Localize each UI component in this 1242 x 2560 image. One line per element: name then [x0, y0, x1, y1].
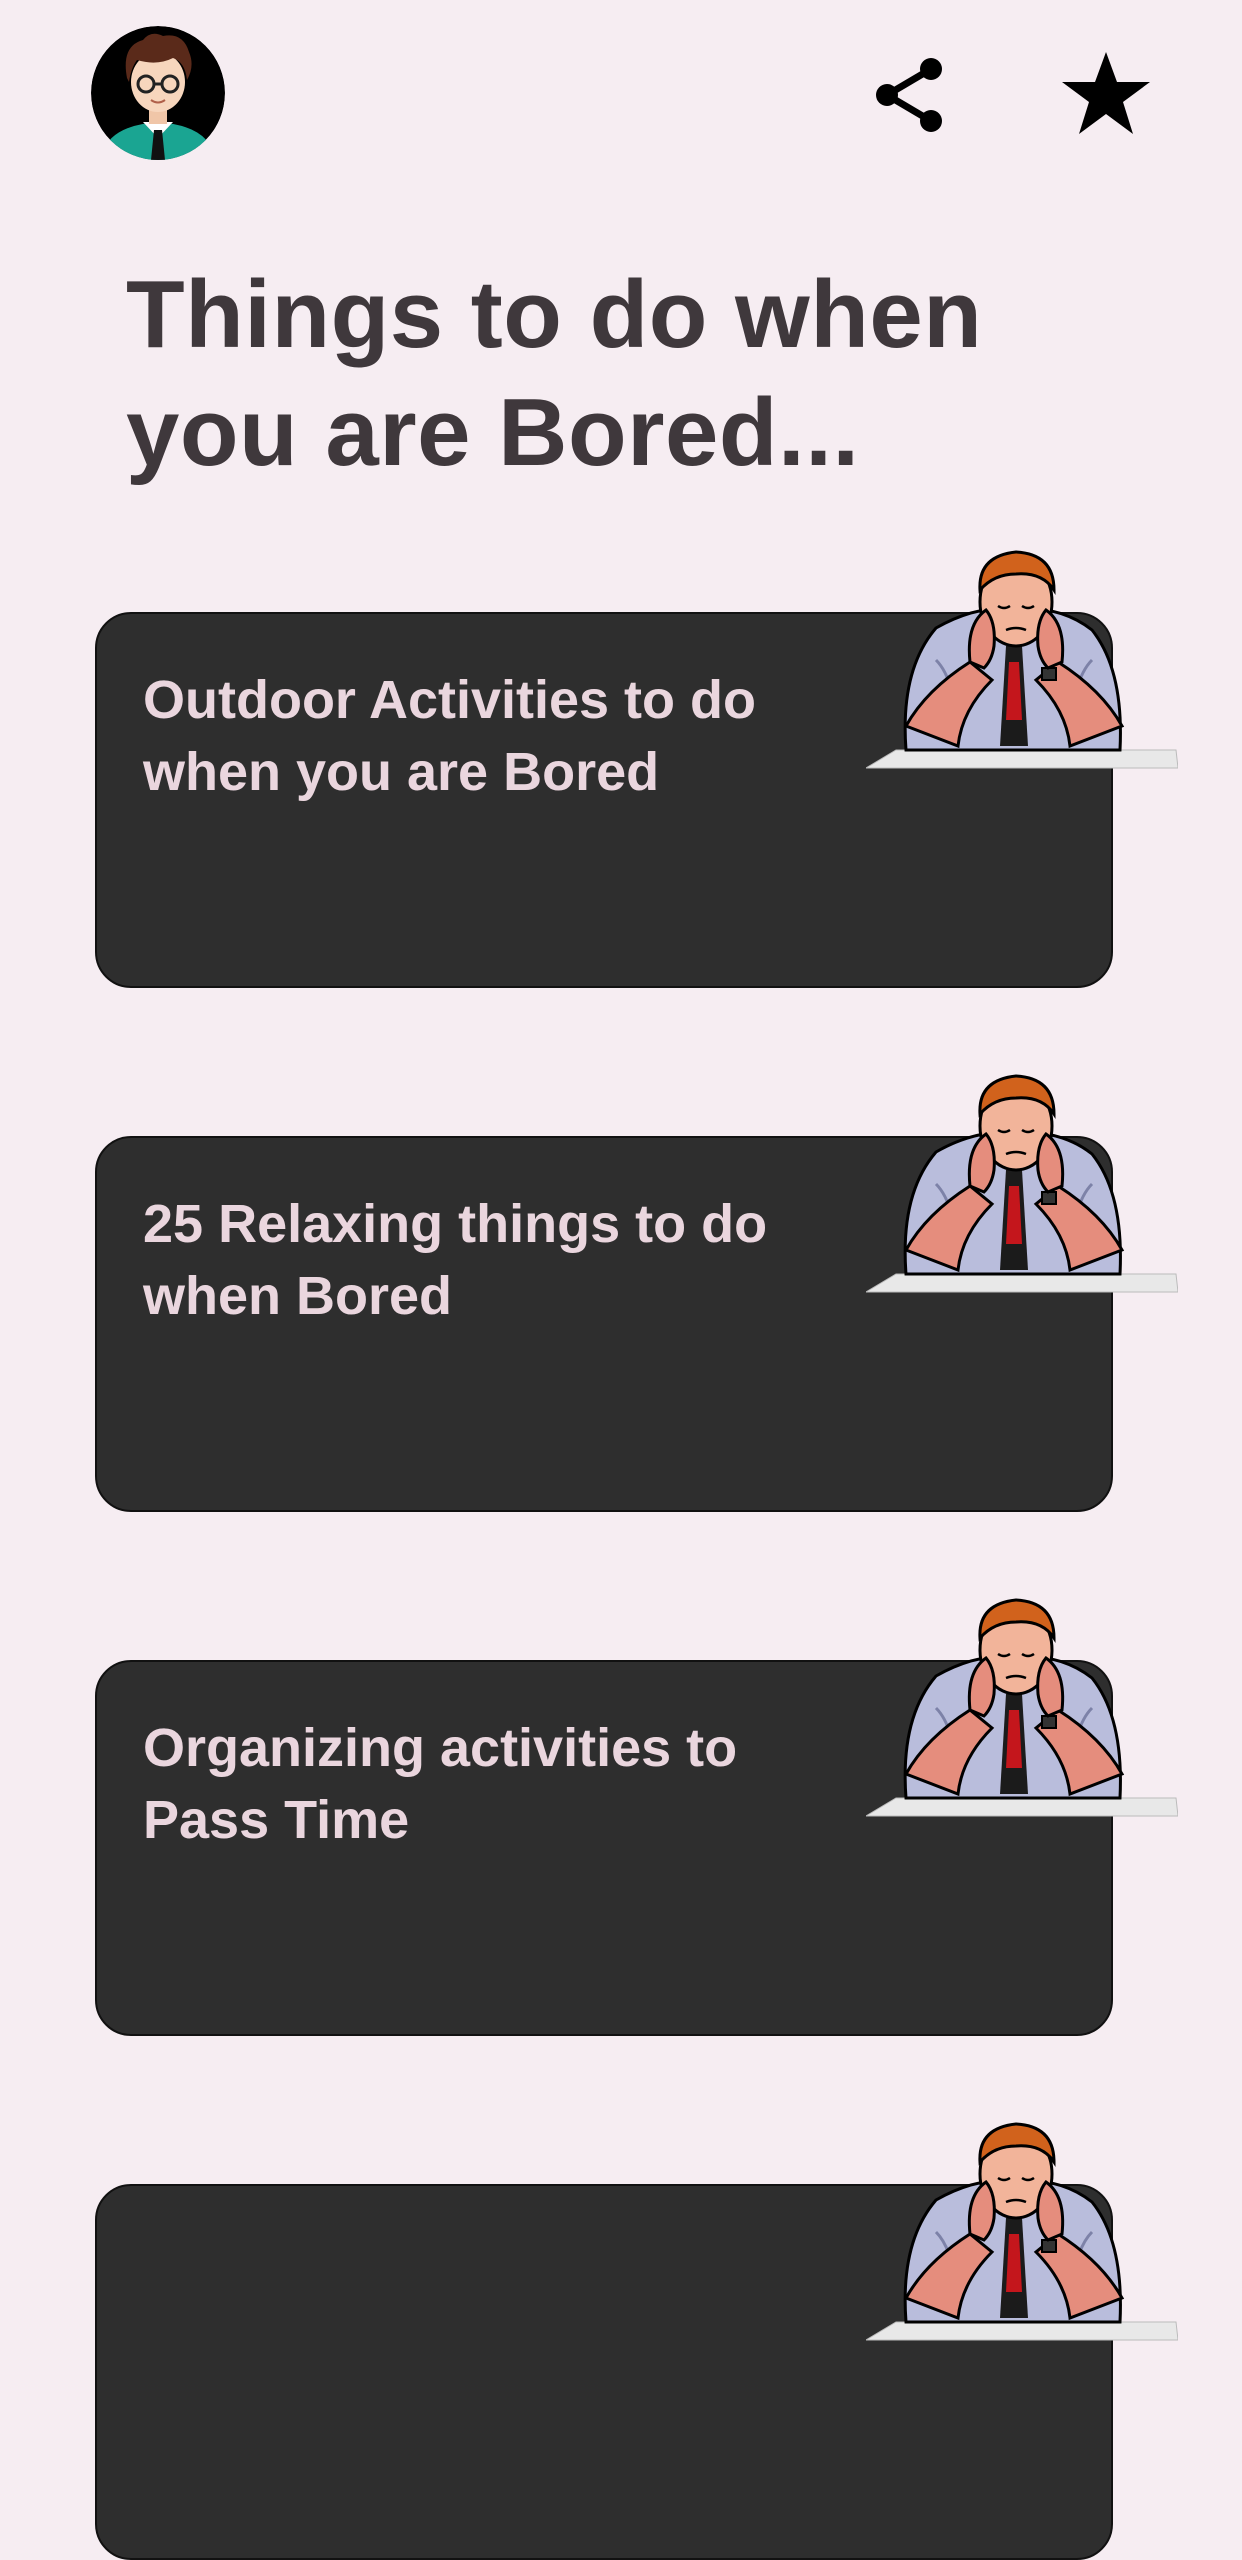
avatar[interactable] [91, 26, 225, 160]
bored-man-illustration [866, 1074, 1178, 1302]
share-button[interactable] [868, 53, 952, 137]
bored-man-illustration [866, 2122, 1178, 2350]
bored-man-illustration [866, 550, 1178, 778]
user-avatar-icon [91, 26, 225, 160]
card-title: 25 Relaxing things to do when Bored [143, 1194, 768, 1326]
share-icon [876, 58, 942, 132]
page-title: Things to do when you are Bored... [126, 261, 983, 486]
star-icon [1062, 52, 1150, 134]
card-title: Organizing activities to Pass Time [143, 1718, 738, 1850]
favorite-button[interactable] [1058, 47, 1154, 139]
bored-man-illustration [866, 1598, 1178, 1826]
card-title: Outdoor Activities to do when you are Bo… [143, 670, 756, 802]
